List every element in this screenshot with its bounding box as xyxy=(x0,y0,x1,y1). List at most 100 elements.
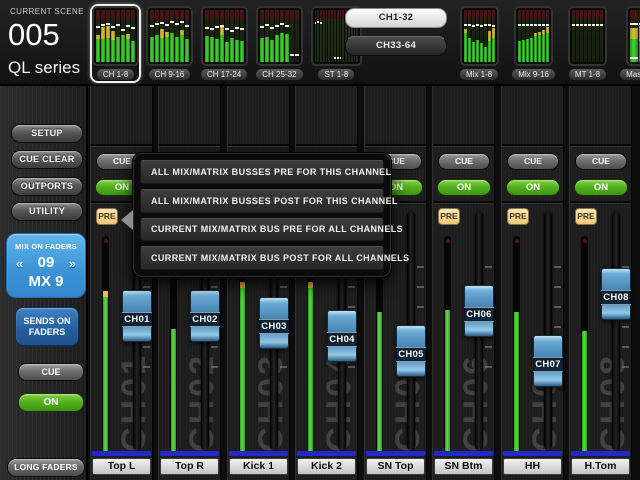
fader-cap[interactable]: CH06 xyxy=(464,285,494,337)
sidebar-on-button[interactable]: ON xyxy=(18,393,84,412)
channel-name[interactable]: Top R xyxy=(160,458,219,475)
pre-badge[interactable]: PRE xyxy=(575,208,597,225)
meter-box xyxy=(568,6,607,66)
meter-bar xyxy=(476,10,479,62)
cue-clear-button[interactable]: CUE CLEAR xyxy=(11,150,83,169)
pre-badge[interactable]: PRE xyxy=(96,208,118,225)
channel-name[interactable]: HH xyxy=(503,458,562,475)
prev-mix-chevron-icon[interactable]: « xyxy=(16,256,23,271)
setup-button[interactable]: SETUP xyxy=(11,124,83,143)
meter-peak-hold xyxy=(116,24,120,26)
fader-scale-tick xyxy=(622,326,629,328)
ql-stagemix-screen: { "scene": {"label": "CURRENT SCENE", "n… xyxy=(0,0,640,480)
meter-bar-green-fill xyxy=(106,38,110,62)
meter-block-label: CH 17-24 xyxy=(200,68,248,81)
mix-on-faders-title: MIX ON FADERS xyxy=(7,242,85,251)
meter-bar xyxy=(185,10,189,62)
channel-on-button[interactable]: ON xyxy=(506,179,560,196)
channel-cue-button[interactable]: CUE xyxy=(438,153,490,170)
popup-item-all-busses-pre[interactable]: ALL MIX/MATRIX BUSSES PRE FOR THIS CHANN… xyxy=(140,160,384,184)
popup-item-current-bus-pre[interactable]: CURRENT MIX/MATRIX BUS PRE FOR ALL CHANN… xyxy=(140,218,384,242)
meter-box xyxy=(256,6,303,66)
meter-peak-hold xyxy=(295,54,299,56)
meter-block-mix-1-8[interactable]: Mix 1-8 xyxy=(457,4,501,83)
meter-bar-green-fill xyxy=(165,37,169,62)
popup-item-current-bus-post[interactable]: CURRENT MIX/MATRIX BUS POST FOR ALL CHAN… xyxy=(140,246,384,270)
meter-bar-yellow-fill xyxy=(488,31,491,40)
meter-peak-hold xyxy=(538,24,541,26)
meter-peak-hold xyxy=(265,24,269,26)
fader-track[interactable] xyxy=(612,212,620,450)
long-faders-button[interactable]: LONG FADERS xyxy=(7,458,85,477)
bank-button-ch1-32[interactable]: CH1-32 xyxy=(345,8,447,28)
fader-scale-tick xyxy=(143,346,150,348)
meter-bar xyxy=(270,10,274,62)
meter-bar-yellow-fill xyxy=(165,32,169,36)
channel-cue-button[interactable]: CUE xyxy=(507,153,559,170)
channel-name[interactable]: SN Top xyxy=(366,458,425,475)
fader-track[interactable] xyxy=(544,212,552,450)
meter-bar-green-fill xyxy=(160,38,164,62)
channel-name[interactable]: Kick 2 xyxy=(297,458,356,475)
popup-item-all-busses-post[interactable]: ALL MIX/MATRIX BUSSES POST FOR THIS CHAN… xyxy=(140,189,384,213)
pre-badge[interactable]: PRE xyxy=(438,208,460,225)
channel-on-button[interactable]: ON xyxy=(574,179,628,196)
channel-name[interactable]: H.Tom xyxy=(571,458,630,475)
sidebar-cue-button[interactable]: CUE xyxy=(18,363,84,381)
meter-peak-hold xyxy=(572,24,575,26)
meter-peak-hold xyxy=(334,57,336,59)
utility-button[interactable]: UTILITY xyxy=(11,202,83,221)
meter-clip-dot xyxy=(104,239,108,243)
channel-cue-button[interactable]: CUE xyxy=(575,153,627,170)
meter-bar xyxy=(230,10,234,62)
meter-bar-green-fill xyxy=(170,33,174,62)
meter-block-mt-1-8[interactable]: MT 1-8 xyxy=(566,4,609,83)
meter-bar xyxy=(323,10,325,62)
meter-bar-green-fill xyxy=(492,38,495,62)
outports-button[interactable]: OUTPORTS xyxy=(11,177,83,196)
meter-block-ch-25-32[interactable]: CH 25-32 xyxy=(253,4,305,83)
channel-color-bar xyxy=(366,451,425,456)
meter-block-mix-9-16[interactable]: Mix 9-16 xyxy=(509,4,558,83)
meter-bar-green-fill xyxy=(155,35,159,62)
meter-bar-green-fill xyxy=(121,35,125,62)
fader-cap[interactable]: CH05 xyxy=(396,325,426,377)
fader-cap[interactable]: CH08 xyxy=(601,268,631,320)
meter-peak-hold xyxy=(320,22,322,24)
strip-divider xyxy=(159,144,220,147)
meter-block-ch-17-24[interactable]: CH 17-24 xyxy=(198,4,250,83)
fader-cap[interactable]: CH03 xyxy=(259,297,289,349)
channel-name[interactable]: SN Btm xyxy=(434,458,493,475)
meter-block-master[interactable]: Master xyxy=(617,4,640,83)
meter-peak-hold xyxy=(126,25,130,27)
fader-cap[interactable]: CH01 xyxy=(122,290,152,342)
meter-tip-segment xyxy=(308,282,313,288)
meter-bar-green-fill xyxy=(518,41,521,62)
meter-peak-hold xyxy=(180,21,184,23)
meter-green-fill xyxy=(308,288,313,451)
pre-badge[interactable]: PRE xyxy=(507,208,529,225)
meter-peak-hold xyxy=(205,27,209,29)
fader-cap[interactable]: CH07 xyxy=(533,335,563,387)
meter-block-label: MT 1-8 xyxy=(568,68,607,81)
sends-on-faders-button[interactable]: SENDS ON FADERS xyxy=(15,307,79,346)
channel-name[interactable]: Top L xyxy=(92,458,151,475)
meter-bar-green-fill xyxy=(480,43,483,62)
fader-cap-label: CH05 xyxy=(396,347,426,362)
meter-peak-hold xyxy=(518,24,521,26)
channel-name[interactable]: Kick 1 xyxy=(229,458,288,475)
fader-cap[interactable]: CH04 xyxy=(327,310,357,362)
fader-cap[interactable]: CH02 xyxy=(190,290,220,342)
meter-bar xyxy=(170,10,174,62)
meter-bar xyxy=(342,10,344,62)
meter-peak-hold xyxy=(240,28,244,30)
next-mix-chevron-icon[interactable]: » xyxy=(69,256,76,271)
channel-on-button[interactable]: ON xyxy=(437,179,491,196)
meter-block-ch-1-8[interactable]: CH 1-8 xyxy=(90,4,141,83)
meter-bar-green-fill xyxy=(215,39,219,62)
mix-on-faders-panel[interactable]: MIX ON FADERS 09 MX 9 « » xyxy=(6,233,86,298)
bank-button-ch33-64[interactable]: CH33-64 xyxy=(345,36,447,56)
strip-divider xyxy=(91,144,152,147)
meter-block-ch-9-16[interactable]: CH 9-16 xyxy=(144,4,195,83)
meter-bar xyxy=(106,10,110,62)
